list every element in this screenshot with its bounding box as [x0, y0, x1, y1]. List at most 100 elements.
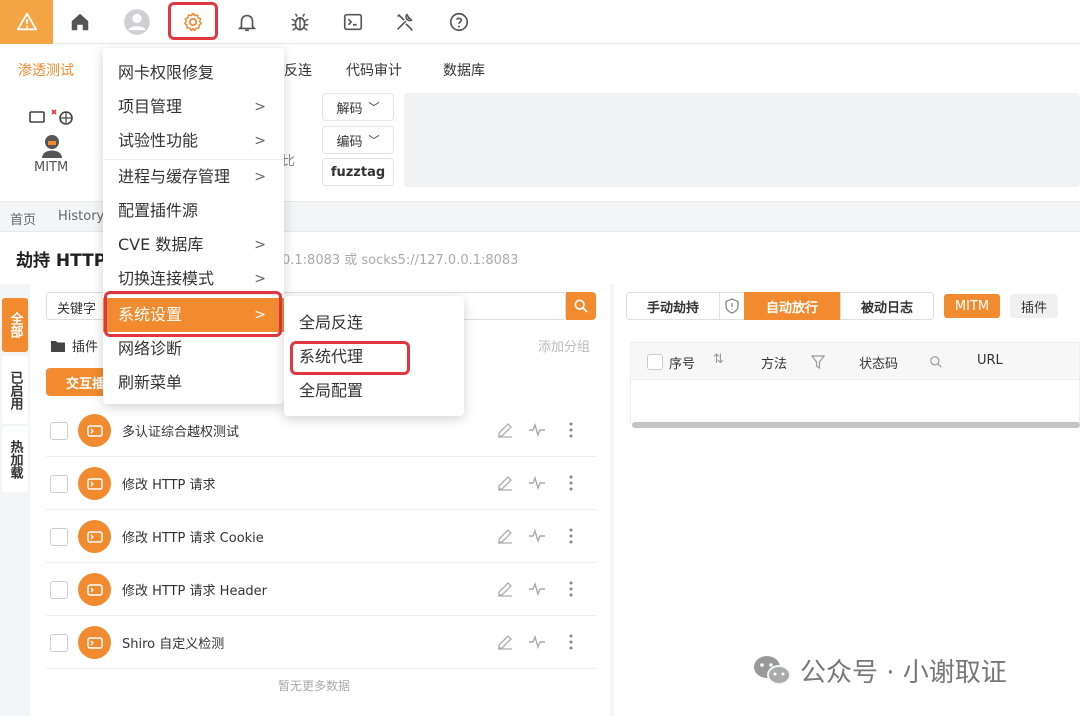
- help-button[interactable]: [444, 7, 474, 37]
- select-all-checkbox[interactable]: [647, 354, 663, 370]
- menu-item[interactable]: 网卡权限修复: [103, 56, 284, 90]
- tools-button[interactable]: [390, 7, 420, 37]
- more-icon[interactable]: [562, 421, 580, 439]
- pulse-icon[interactable]: [528, 580, 546, 598]
- horizontal-scrollbar[interactable]: [632, 422, 1080, 428]
- plugin-folder[interactable]: 插件: [50, 336, 98, 355]
- plugin-icon: [78, 467, 111, 500]
- menu-item[interactable]: 试验性功能 >: [103, 124, 284, 158]
- codec-input-area[interactable]: [404, 93, 1080, 187]
- tab-pentest[interactable]: 渗透测试: [18, 60, 74, 80]
- fuzztag-button[interactable]: fuzztag: [322, 158, 394, 186]
- highlight-frame-settings: [168, 2, 218, 40]
- bell-icon: [237, 14, 257, 32]
- menu-item-label: 试验性功能: [118, 131, 199, 150]
- mitm-tag[interactable]: MITM: [944, 294, 1000, 318]
- menu-item[interactable]: 项目管理 >: [103, 90, 284, 124]
- col-url[interactable]: URL: [977, 353, 1003, 368]
- mitm-tool-button[interactable]: [22, 108, 82, 164]
- terminal-icon: [343, 13, 363, 31]
- breadcrumb-history[interactable]: History: [58, 209, 104, 224]
- vtab-all[interactable]: 全部: [2, 298, 28, 352]
- tab-database[interactable]: 数据库: [443, 60, 485, 80]
- plugin-tag[interactable]: 插件: [1010, 294, 1058, 318]
- plugin-row[interactable]: 修改 HTTP 请求: [46, 457, 596, 510]
- more-icon[interactable]: [562, 633, 580, 651]
- plugin-name: 修改 HTTP 请求 Header: [122, 584, 267, 599]
- search-type-label[interactable]: 关键字: [57, 298, 96, 317]
- vertical-tabs: 全部 已启用 热加载: [0, 284, 30, 716]
- debug-button[interactable]: [285, 7, 315, 37]
- plugin-checkbox[interactable]: [50, 634, 68, 652]
- plugin-icon: [78, 520, 111, 553]
- more-icon[interactable]: [562, 474, 580, 492]
- plugin-row[interactable]: 修改 HTTP 请求 Header: [46, 563, 596, 616]
- folder-icon: [51, 340, 65, 352]
- breadcrumb-home[interactable]: 首页: [10, 209, 36, 228]
- warning-button[interactable]: [0, 0, 53, 44]
- menu-item[interactable]: 刷新菜单: [103, 366, 284, 400]
- plugin-checkbox[interactable]: [50, 422, 68, 440]
- terminal-button[interactable]: [338, 7, 368, 37]
- menu-item[interactable]: 网络诊断: [103, 332, 284, 366]
- home-button[interactable]: [65, 7, 95, 37]
- col-index[interactable]: 序号: [669, 353, 695, 372]
- mitm-tool-label: MITM: [34, 160, 69, 175]
- pulse-icon[interactable]: [528, 527, 546, 545]
- search-icon[interactable]: [929, 355, 943, 369]
- auto-release-button[interactable]: 自动放行: [744, 292, 840, 320]
- passive-log-button[interactable]: 被动日志: [840, 292, 934, 320]
- menu-divider: [103, 159, 284, 160]
- menu-item[interactable]: 进程与缓存管理 >: [103, 160, 284, 194]
- notification-button[interactable]: [232, 7, 262, 37]
- col-method[interactable]: 方法: [761, 353, 787, 372]
- tab-code-audit[interactable]: 代码审计: [346, 60, 402, 80]
- chevron-right-icon: >: [254, 99, 266, 115]
- wechat-icon: [754, 655, 791, 685]
- edit-icon[interactable]: [496, 474, 514, 492]
- menu-item-label: 配置插件源: [118, 201, 199, 220]
- edit-icon[interactable]: [496, 580, 514, 598]
- vtab-hot-reload[interactable]: 热加载: [2, 426, 28, 492]
- chevron-right-icon: >: [254, 133, 266, 149]
- settings-menu: 网卡权限修复 项目管理 > 试验性功能 > 进程与缓存管理 > 配置插件源 CVE 数据库 > 切换…: [103, 48, 284, 404]
- bug-icon: [291, 13, 309, 31]
- fuzztag-label: fuzztag: [330, 164, 386, 180]
- help-icon: [449, 12, 469, 32]
- highlight-frame-system-proxy: [290, 341, 410, 375]
- menu-item[interactable]: CVE 数据库 >: [103, 228, 284, 262]
- menu-item[interactable]: 配置插件源: [103, 194, 284, 228]
- sort-icon[interactable]: ⇅: [713, 352, 724, 367]
- plugin-row[interactable]: Shiro 自定义检测: [46, 616, 596, 669]
- proxy-address-hint: 0.1:8083 或 socks5://127.0.0.1:8083: [282, 253, 519, 268]
- edit-icon[interactable]: [496, 421, 514, 439]
- pulse-icon[interactable]: [528, 633, 546, 651]
- pulse-icon[interactable]: [528, 421, 546, 439]
- col-status[interactable]: 状态码: [859, 353, 898, 372]
- manual-hijack-button[interactable]: 手动劫持: [626, 292, 720, 320]
- tab-reverse[interactable]: 反连: [284, 60, 312, 80]
- encode-dropdown[interactable]: 编码 ﹀: [322, 126, 394, 154]
- menu-item-label: 项目管理: [118, 97, 183, 116]
- more-icon[interactable]: [562, 527, 580, 545]
- plugin-checkbox[interactable]: [50, 581, 68, 599]
- submenu-item[interactable]: 全局反连: [284, 306, 464, 340]
- user-button[interactable]: [122, 7, 152, 37]
- add-group-link[interactable]: 添加分组: [538, 336, 590, 355]
- more-icon[interactable]: [562, 580, 580, 598]
- search-icon: [574, 299, 588, 313]
- edit-icon[interactable]: [496, 527, 514, 545]
- plugin-row[interactable]: 修改 HTTP 请求 Cookie: [46, 510, 596, 563]
- decode-dropdown[interactable]: 解码 ﹀: [322, 93, 394, 121]
- plugin-checkbox[interactable]: [50, 528, 68, 546]
- filter-icon[interactable]: [811, 355, 825, 369]
- shield-button[interactable]: [720, 292, 744, 320]
- shield-icon: [725, 298, 739, 314]
- plugin-name: 修改 HTTP 请求 Cookie: [122, 531, 264, 546]
- submenu-item[interactable]: 全局配置: [284, 374, 464, 408]
- plugin-checkbox[interactable]: [50, 475, 68, 493]
- edit-icon[interactable]: [496, 633, 514, 651]
- search-button[interactable]: [566, 292, 596, 320]
- vtab-enabled[interactable]: 已启用: [2, 356, 28, 424]
- pulse-icon[interactable]: [528, 474, 546, 492]
